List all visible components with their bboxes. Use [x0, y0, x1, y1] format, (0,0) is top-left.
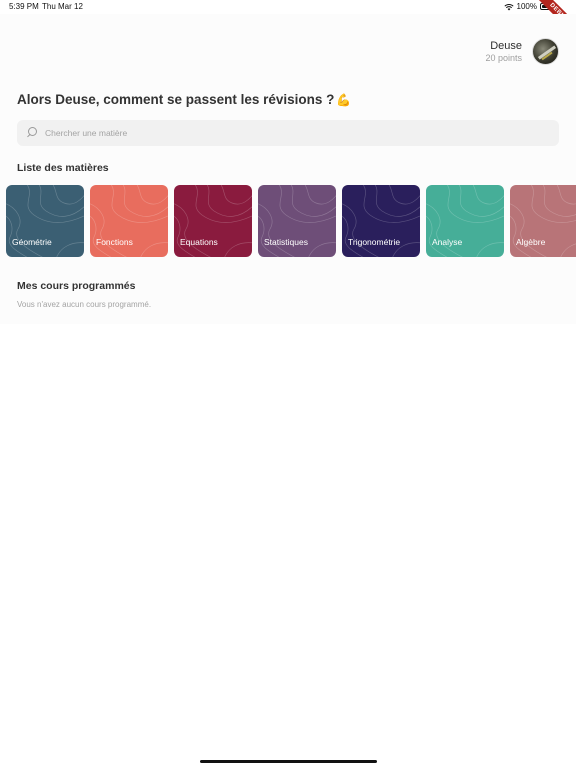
search-bar[interactable]	[17, 120, 559, 146]
subject-card-trigonometrie[interactable]: Trigonométrie	[342, 185, 420, 257]
subject-label: Trigonométrie	[348, 237, 401, 247]
subjects-section-title: Liste des matières	[17, 162, 109, 174]
subject-card-algebre[interactable]: Algèbre	[510, 185, 576, 257]
profile-header[interactable]: Deuse 20 points	[485, 38, 559, 65]
subject-card-equations[interactable]: Equations	[174, 185, 252, 257]
profile-text: Deuse 20 points	[485, 40, 522, 63]
profile-name: Deuse	[490, 40, 522, 52]
subject-label: Analyse	[432, 237, 463, 247]
subject-label: Fonctions	[96, 237, 133, 247]
subject-label: Algèbre	[516, 237, 546, 247]
search-input[interactable]	[45, 128, 525, 138]
flexed-biceps-icon: 💪	[336, 92, 352, 107]
home-indicator[interactable]	[200, 760, 377, 763]
avatar[interactable]	[532, 38, 559, 65]
profile-points: 20 points	[485, 53, 522, 63]
status-time: 5:39 PM	[9, 2, 39, 11]
status-bar: 5:39 PM Thu Mar 12 100%	[0, 0, 576, 14]
no-courses-message: Vous n'avez aucun cours programmé.	[17, 300, 152, 309]
battery-percent: 100%	[516, 2, 537, 11]
home-screen: Deuse 20 points Alors Deuse, comment se …	[0, 14, 576, 324]
subject-label: Equations	[180, 237, 218, 247]
greeting-text: Alors Deuse, comment se passent les révi…	[17, 92, 335, 107]
battery-icon	[540, 3, 554, 10]
subject-label: Statistiques	[264, 237, 308, 247]
status-date: Thu Mar 12	[42, 2, 83, 11]
search-icon	[26, 127, 38, 139]
status-indicators: 100%	[503, 2, 554, 11]
subject-card-fonctions[interactable]: Fonctions	[90, 185, 168, 257]
subject-card-geometrie[interactable]: Géométrie	[6, 185, 84, 257]
courses-section-title: Mes cours programmés	[17, 280, 136, 292]
subjects-list: Géométrie Fonctions Equations Statistiqu…	[6, 185, 576, 257]
subject-label: Géométrie	[12, 237, 52, 247]
subject-card-statistiques[interactable]: Statistiques	[258, 185, 336, 257]
subject-card-analyse[interactable]: Analyse	[426, 185, 504, 257]
wifi-icon	[503, 3, 514, 11]
greeting-heading: Alors Deuse, comment se passent les révi…	[17, 92, 351, 107]
